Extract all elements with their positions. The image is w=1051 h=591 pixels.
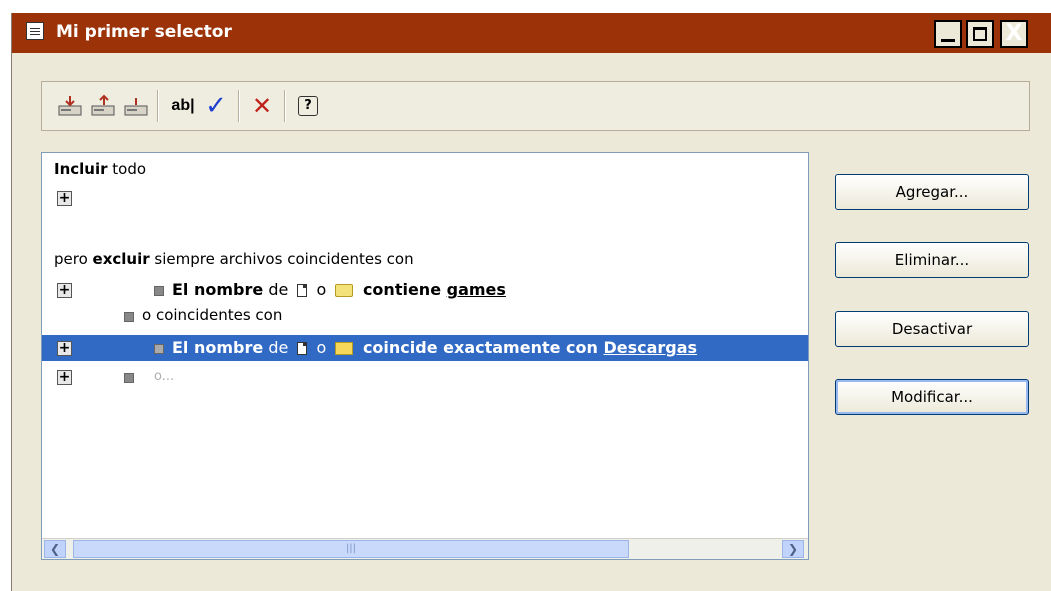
include-rest: todo <box>107 160 147 178</box>
delete-x-icon: ✕ <box>251 92 273 120</box>
disable-button[interactable]: Desactivar <box>835 311 1029 347</box>
checkbox-icon[interactable] <box>124 312 134 322</box>
scroll-thumb[interactable]: ||| <box>73 540 629 558</box>
file-icon <box>297 284 308 297</box>
selected-rule-row[interactable]: + El nombre de o coincide exactamente co… <box>42 335 808 361</box>
rule-name-label: El nombre <box>172 280 264 299</box>
scroll-left-button[interactable]: ❮ <box>44 540 66 558</box>
rename-ab-icon: ab| <box>171 97 195 114</box>
checkbox-icon[interactable] <box>124 373 134 383</box>
title-bar[interactable]: Mi primer selector X <box>12 13 1051 53</box>
folder-icon <box>335 342 354 355</box>
rule-text: El nombre de o contiene games <box>172 280 506 299</box>
window-title: Mi primer selector <box>56 22 232 42</box>
window-icon <box>26 22 44 40</box>
toolbar-separator <box>284 90 286 122</box>
minimize-button[interactable] <box>934 20 962 48</box>
folder-search-icon <box>335 284 354 297</box>
rule-or: o <box>311 338 332 357</box>
include-keyword: Incluir <box>54 160 108 178</box>
or-row[interactable]: o coincidentes con <box>42 303 808 329</box>
expand-include-button[interactable]: + <box>57 191 72 206</box>
modify-button[interactable]: Modificar... <box>835 379 1029 415</box>
include-line: Incluir todo <box>54 160 146 178</box>
rule-operator: contiene <box>357 280 447 299</box>
rule-name-label: El nombre <box>172 338 264 357</box>
drive-icon <box>124 98 148 116</box>
checkbox-icon[interactable] <box>154 344 164 354</box>
scroll-right-button[interactable]: ❯ <box>782 540 804 558</box>
check-icon: ✓ <box>205 91 227 121</box>
rule-value-link[interactable]: games <box>447 280 506 299</box>
accept-button[interactable]: ✓ <box>202 91 230 121</box>
new-rule-placeholder: o... <box>154 369 175 384</box>
help-icon: ? <box>298 96 318 116</box>
rule-value-link[interactable]: Descargas <box>603 338 697 357</box>
new-rule-row[interactable]: + o... <box>42 364 808 390</box>
delete-button[interactable]: ✕ <box>248 92 276 120</box>
maximize-button[interactable] <box>966 20 994 48</box>
rename-button[interactable]: ab| <box>166 92 200 120</box>
toolbar-separator <box>157 90 159 122</box>
toolbar: ab| ✓ ✕ ? <box>41 81 1030 131</box>
chevron-right-icon: ❯ <box>787 542 799 556</box>
or-text: o coincidentes con <box>142 306 282 324</box>
remove-button[interactable]: Eliminar... <box>835 242 1029 278</box>
expand-rule-button[interactable]: + <box>57 341 72 356</box>
file-icon <box>297 342 308 355</box>
rule-text: El nombre de o coincide exactamente con … <box>172 338 697 357</box>
rule-tree[interactable]: Incluir todo + pero excluir siempre arch… <box>41 152 809 560</box>
rule-de: de <box>263 280 294 299</box>
exclude-keyword: excluir <box>92 250 150 268</box>
or-rest: coincidentes con <box>151 306 283 324</box>
horizontal-scrollbar[interactable]: ❮ ||| ❯ <box>42 538 808 559</box>
exclude-line: pero excluir siempre archivos coincident… <box>54 250 414 268</box>
add-button[interactable]: Agregar... <box>835 174 1029 210</box>
rule-de: de <box>263 338 294 357</box>
drive-down-icon <box>58 96 82 116</box>
minimize-icon <box>941 38 955 42</box>
expand-rule-button[interactable]: + <box>57 370 72 385</box>
drive-button[interactable] <box>122 92 150 120</box>
toolbar-separator <box>238 90 240 122</box>
close-button[interactable]: X <box>1000 20 1028 48</box>
or-keyword: o <box>142 306 152 324</box>
drive-up-button[interactable] <box>89 92 117 120</box>
chevron-left-icon: ❮ <box>49 542 61 556</box>
expand-rule-button[interactable]: + <box>57 283 72 298</box>
exclude-prefix: pero <box>54 250 93 268</box>
close-icon: X <box>1005 21 1023 46</box>
maximize-icon <box>973 27 987 41</box>
checkbox-icon[interactable] <box>154 286 164 296</box>
rule-row[interactable]: + El nombre de o contiene games <box>42 277 808 303</box>
rule-or: o <box>311 280 332 299</box>
rule-operator: coincide exactamente con <box>357 338 604 357</box>
selector-window: Mi primer selector X ab| ✓ ✕ ? Incluir t… <box>11 13 1051 591</box>
grip-icon: ||| <box>345 543 357 554</box>
drive-down-button[interactable] <box>56 92 84 120</box>
drive-up-icon <box>91 94 115 116</box>
exclude-rest: siempre archivos coincidentes con <box>149 250 414 268</box>
help-button[interactable]: ? <box>294 92 322 120</box>
